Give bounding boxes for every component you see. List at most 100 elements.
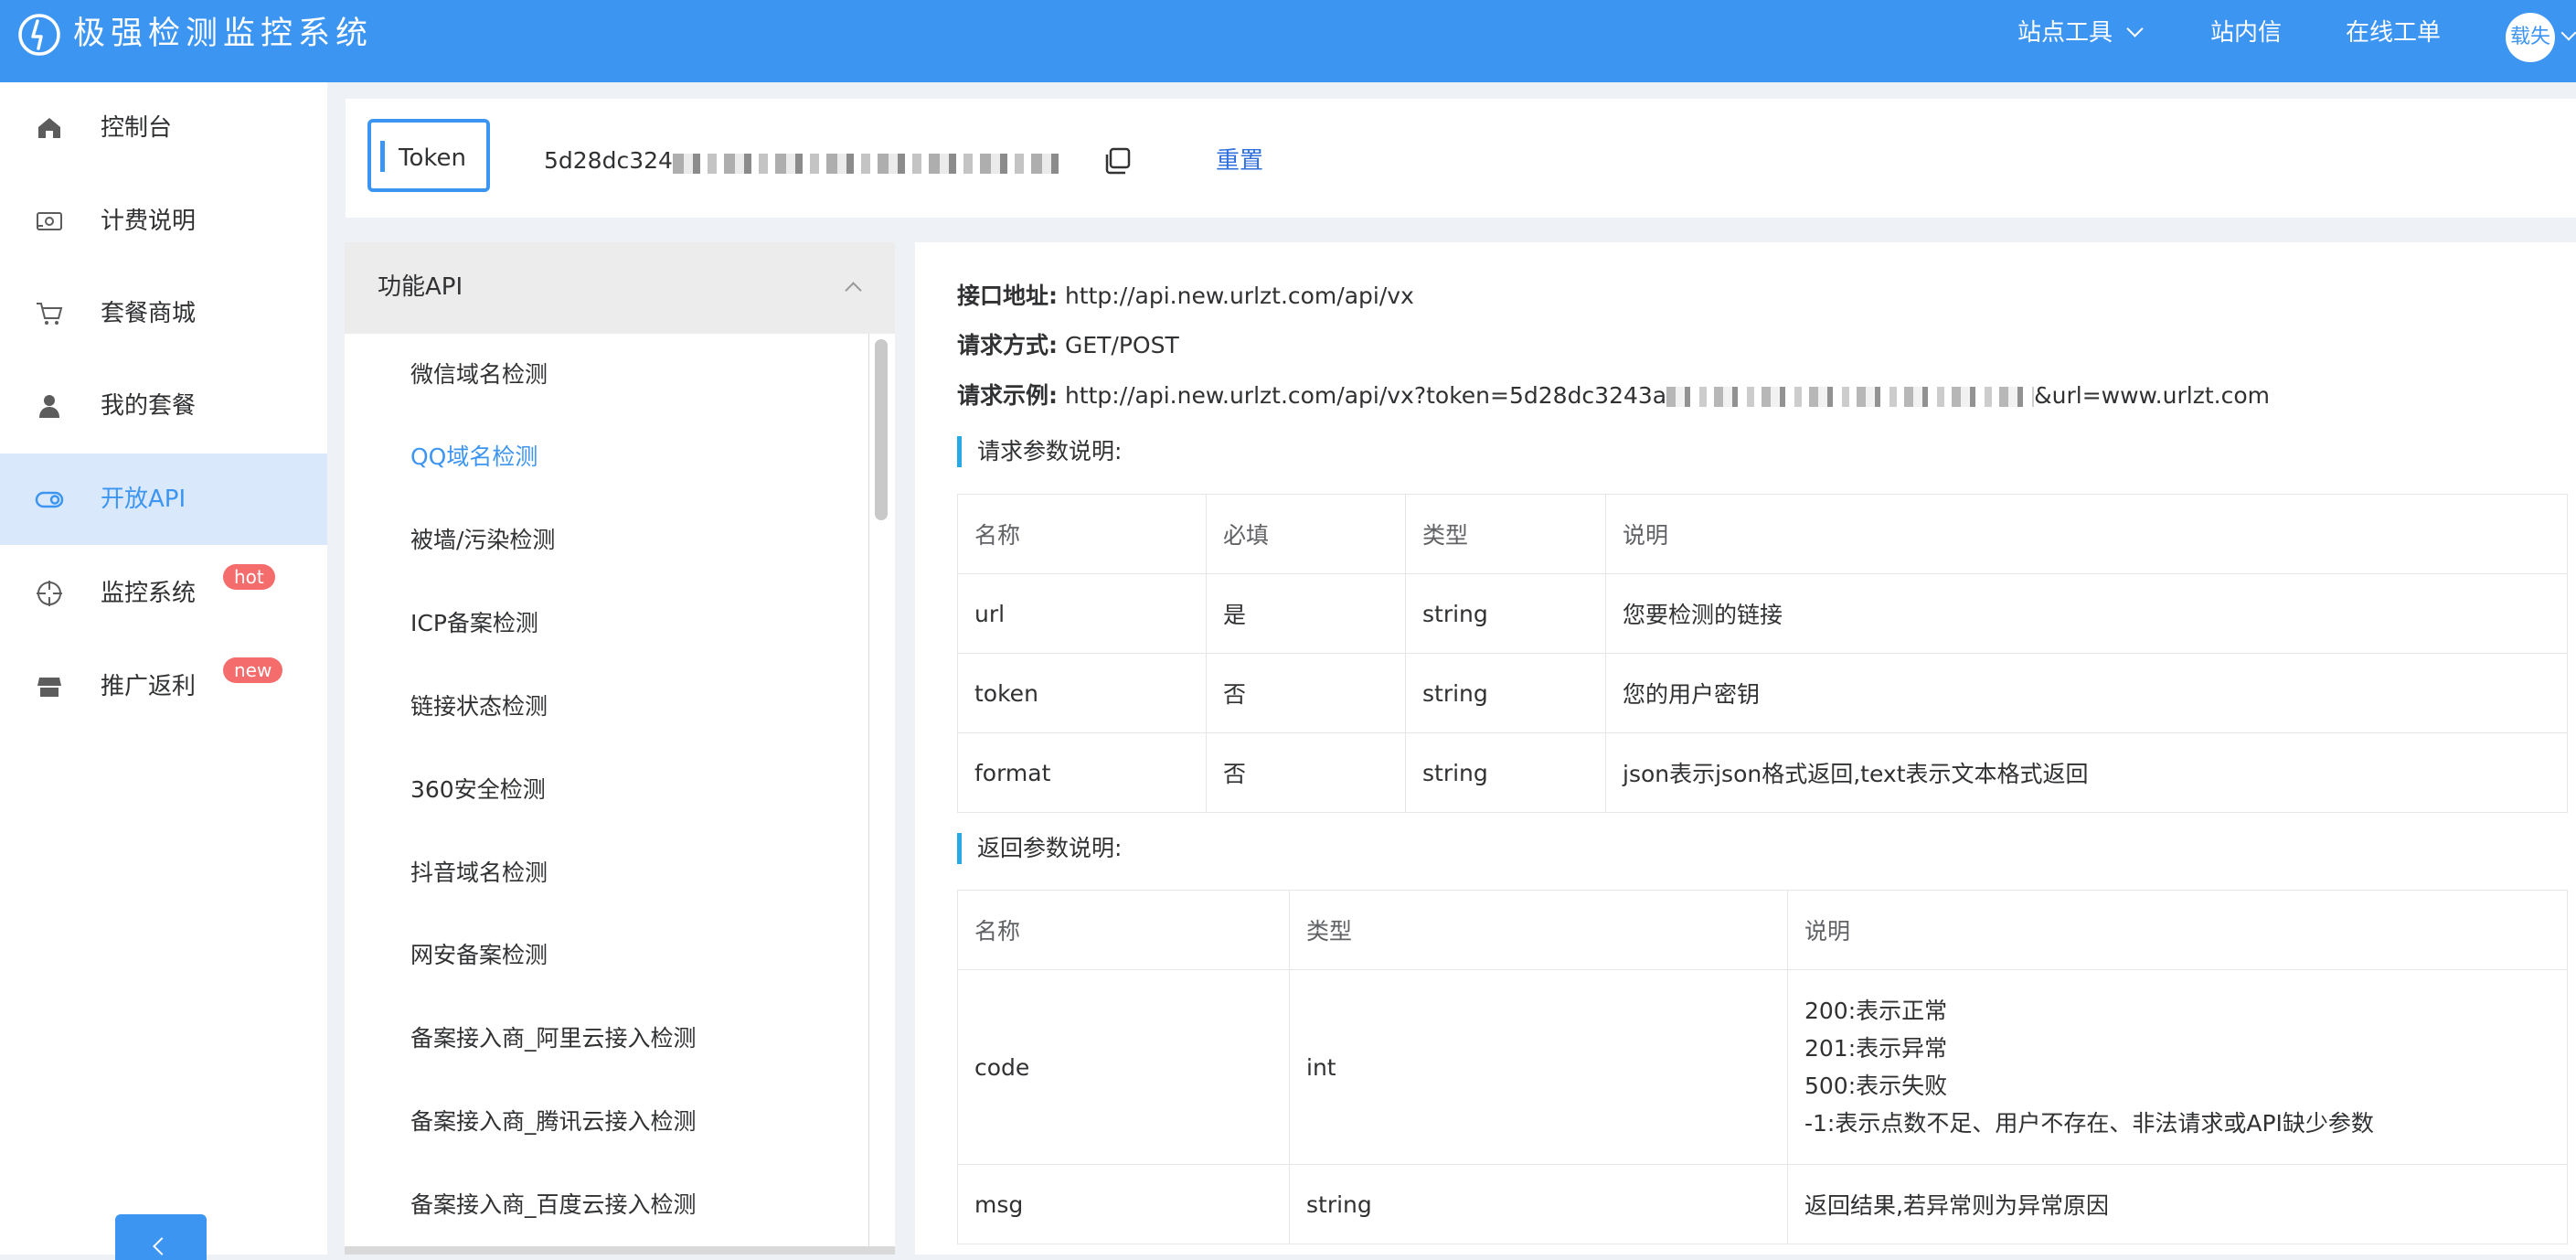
accent-bar — [380, 141, 385, 172]
table-row: msg string 返回结果,若异常则为异常原因 — [957, 1164, 2568, 1244]
sidebar-item-open-api[interactable]: 开放API — [0, 454, 327, 545]
api-item-baidu[interactable]: 备案接入商_百度云接入检测 — [410, 1189, 697, 1222]
method-line: 请求方式: GET/POST — [957, 330, 1179, 361]
table-cell: json表示json格式返回,text表示文本格式返回 — [1605, 732, 2568, 813]
example-label: 请求示例: — [957, 382, 1058, 409]
nav-site-tools-label: 站点工具 — [2017, 19, 2113, 47]
endpoint-line: 接口地址: http://api.new.urlzt.com/api/vx — [957, 281, 1414, 312]
sidebar-item-label: 套餐商城 — [101, 300, 197, 327]
table-header-cell: 名称 — [957, 494, 1207, 574]
token-redacted — [672, 154, 1066, 174]
table-cell: string — [1289, 1164, 1788, 1244]
token-value-text: 5d28dc324 — [544, 147, 673, 174]
app-title: 极强检测监控系统 — [73, 16, 374, 52]
table-row: url 是 string 您要检测的链接 — [957, 573, 2568, 654]
request-params-table: 名称 必填 类型 说明 url 是 string 您要检测的链接 token 否… — [957, 494, 2568, 813]
token-label: Token — [399, 144, 466, 172]
hot-badge: hot — [223, 564, 275, 590]
table-cell: url — [957, 573, 1207, 654]
sidebar-item-shop[interactable]: 套餐商城 — [0, 268, 327, 359]
chevron-down-icon — [2126, 20, 2144, 37]
response-params-table: 名称 类型 说明 code int 200:表示正常 201:表示异常 500:… — [957, 890, 2568, 1244]
table-header-cell: 类型 — [1405, 494, 1606, 574]
collapse-sidebar-button[interactable] — [115, 1214, 207, 1260]
api-item-police-record[interactable]: 网安备案检测 — [410, 939, 548, 972]
user-icon — [39, 395, 59, 418]
sidebar-item-my-plan[interactable]: 我的套餐 — [0, 360, 327, 452]
chevron-down-icon[interactable] — [2560, 25, 2576, 41]
api-item-aliyun[interactable]: 备案接入商_阿里云接入检测 — [410, 1022, 697, 1055]
api-item-360[interactable]: 360安全检测 — [410, 774, 546, 806]
sidebar: 控制台 计费说明 套餐商城 我的套餐 开放API 监控系统 hot 推广返利 n… — [0, 82, 327, 1260]
method-label: 请求方式: — [957, 332, 1058, 358]
api-list-title: 功能API — [378, 273, 463, 301]
table-cell: string — [1405, 653, 1606, 733]
table-cell: token — [957, 653, 1207, 733]
nav-work-orders[interactable]: 在线工单 — [2346, 16, 2441, 49]
sidebar-item-console[interactable]: 控制台 — [0, 82, 327, 174]
sidebar-item-label: 开放API — [101, 486, 186, 513]
api-item-icp[interactable]: ICP备案检测 — [410, 607, 538, 640]
desc-line: 200:表示正常 — [1804, 998, 1948, 1024]
horizontal-scrollbar[interactable] — [345, 1246, 895, 1255]
table-header-cell: 说明 — [1787, 890, 2568, 970]
chevron-left-icon — [153, 1237, 171, 1255]
new-badge: new — [223, 657, 283, 683]
sidebar-item-referral[interactable]: 推广返利 new — [0, 641, 327, 732]
token-bar: Token 5d28dc324 重置 — [346, 99, 2576, 218]
desc-line: 500:表示失败 — [1804, 1073, 1948, 1099]
nav-messages[interactable]: 站内信 — [2210, 16, 2282, 49]
example-prefix: http://api.new.urlzt.com/api/vx?token=5d… — [1064, 382, 1667, 409]
sidebar-item-label: 推广返利 — [101, 673, 197, 700]
api-doc-panel: 接口地址: http://api.new.urlzt.com/api/vx 请求… — [915, 242, 2576, 1255]
api-item-qq[interactable]: QQ域名检测 — [410, 441, 538, 474]
sidebar-item-label: 我的套餐 — [101, 392, 197, 420]
table-cell: int — [1289, 969, 1788, 1165]
api-item-link-status[interactable]: 链接状态检测 — [410, 690, 548, 723]
table-row: token 否 string 您的用户密钥 — [957, 653, 2568, 733]
monitor-icon — [37, 581, 62, 606]
table-cell: code — [957, 969, 1290, 1165]
table-row: format 否 string json表示json格式返回,text表示文本格… — [957, 732, 2568, 813]
table-cell: 否 — [1206, 653, 1406, 733]
home-icon — [38, 118, 60, 138]
api-list-header[interactable]: 功能API — [345, 242, 895, 334]
sidebar-item-label: 控制台 — [101, 114, 173, 142]
table-cell: format — [957, 732, 1207, 813]
api-item-tencent[interactable]: 备案接入商_腾讯云接入检测 — [410, 1105, 697, 1138]
table-cell: 是 — [1206, 573, 1406, 654]
toggle-icon — [35, 491, 64, 508]
token-label-box: Token — [367, 119, 490, 192]
sidebar-item-monitor[interactable]: 监控系统 hot — [0, 548, 327, 639]
table-cell: 您要检测的链接 — [1605, 573, 2568, 654]
sidebar-item-billing[interactable]: 计费说明 — [0, 176, 327, 267]
method-value: GET/POST — [1064, 332, 1179, 358]
nav-site-tools[interactable]: 站点工具 — [2017, 16, 2144, 49]
api-item-blocked[interactable]: 被墙/污染检测 — [410, 524, 555, 557]
table-cell: 您的用户密钥 — [1605, 653, 2568, 733]
logo-icon — [18, 14, 60, 56]
avatar[interactable]: 载失 — [2506, 13, 2555, 62]
table-header-cell: 必填 — [1206, 494, 1406, 574]
endpoint-value: http://api.new.urlzt.com/api/vx — [1064, 283, 1414, 309]
api-item-douyin[interactable]: 抖音域名检测 — [410, 857, 548, 890]
request-params-title: 请求参数说明: — [957, 436, 1122, 467]
api-list-panel: 功能API 微信域名检测 QQ域名检测 被墙/污染检测 ICP备案检测 链接状态… — [345, 242, 895, 1255]
api-item-wechat[interactable]: 微信域名检测 — [410, 358, 548, 391]
table-header-row: 名称 必填 类型 说明 — [957, 494, 2568, 574]
example-suffix: &url=www.urlzt.com — [2034, 382, 2270, 409]
response-params-title: 返回参数说明: — [957, 833, 1122, 864]
reset-token-link[interactable]: 重置 — [1216, 146, 1263, 176]
table-header-row: 名称 类型 说明 — [957, 890, 2568, 970]
token-value: 5d28dc324 — [544, 146, 1066, 176]
table-cell: msg — [957, 1164, 1290, 1244]
billing-icon — [37, 212, 62, 230]
shop-icon — [37, 678, 61, 697]
cart-icon — [37, 303, 63, 325]
table-header-cell: 说明 — [1605, 494, 2568, 574]
table-cell: string — [1405, 732, 1606, 813]
copy-icon[interactable] — [1102, 146, 1132, 176]
scrollbar-track — [868, 334, 869, 1255]
table-header-cell: 类型 — [1289, 890, 1788, 970]
scrollbar-thumb[interactable] — [875, 339, 888, 520]
